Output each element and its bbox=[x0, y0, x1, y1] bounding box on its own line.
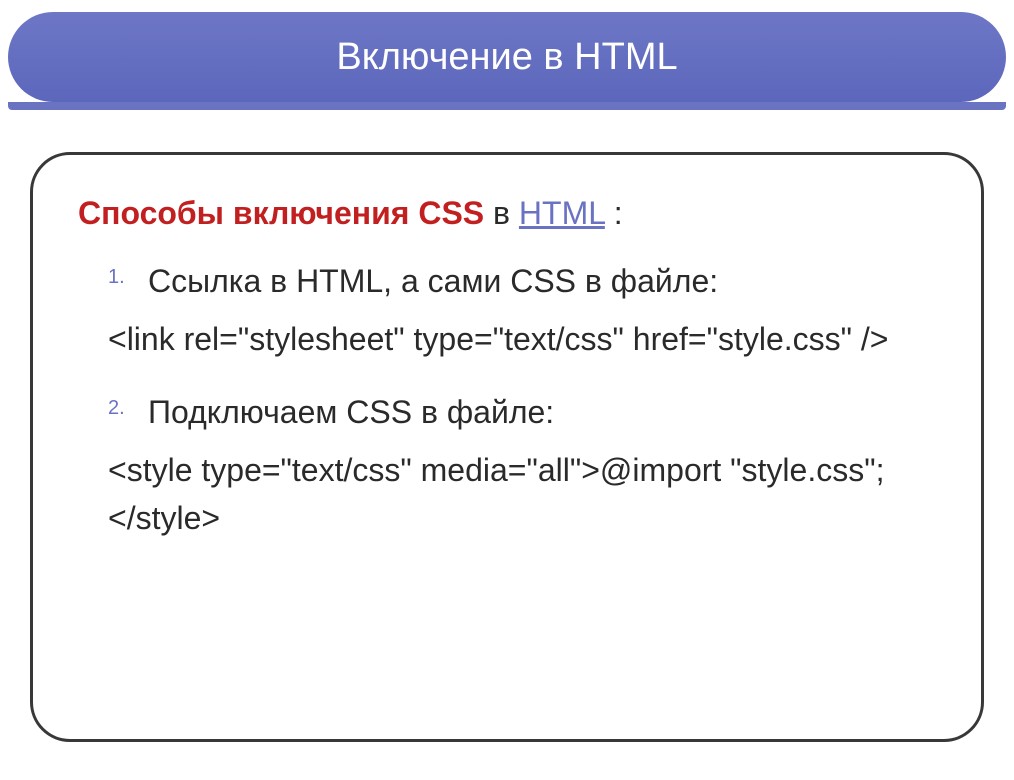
code-snippet: <link rel="stylesheet" type="text/css" h… bbox=[108, 315, 936, 363]
intro-link[interactable]: HTML bbox=[519, 195, 605, 231]
slide-title: Включение в HTML bbox=[336, 36, 677, 79]
intro-text-mid: в bbox=[484, 195, 519, 231]
list-item: 2. Подключаем CSS в файле: bbox=[78, 391, 936, 434]
intro-text-red: Способы включения CSS bbox=[78, 195, 484, 231]
code-snippet: <style type="text/css" media="all">@impo… bbox=[108, 446, 936, 542]
ordered-list: 1. Ссылка в HTML, а сами CSS в файле: <l… bbox=[78, 260, 936, 542]
list-number: 1. bbox=[108, 266, 125, 289]
list-item-text: Ссылка в HTML, а сами CSS в файле: bbox=[148, 260, 936, 303]
list-number: 2. bbox=[108, 397, 125, 420]
intro-text-end: : bbox=[605, 195, 623, 231]
list-item: 1. Ссылка в HTML, а сами CSS в файле: bbox=[78, 260, 936, 303]
content-box: Способы включения CSS в HTML : 1. Ссылка… bbox=[30, 152, 984, 742]
list-item-text: Подключаем CSS в файле: bbox=[148, 391, 936, 434]
header-underline bbox=[8, 102, 1006, 110]
intro-line: Способы включения CSS в HTML : bbox=[78, 195, 936, 232]
slide-header: Включение в HTML bbox=[8, 12, 1006, 102]
